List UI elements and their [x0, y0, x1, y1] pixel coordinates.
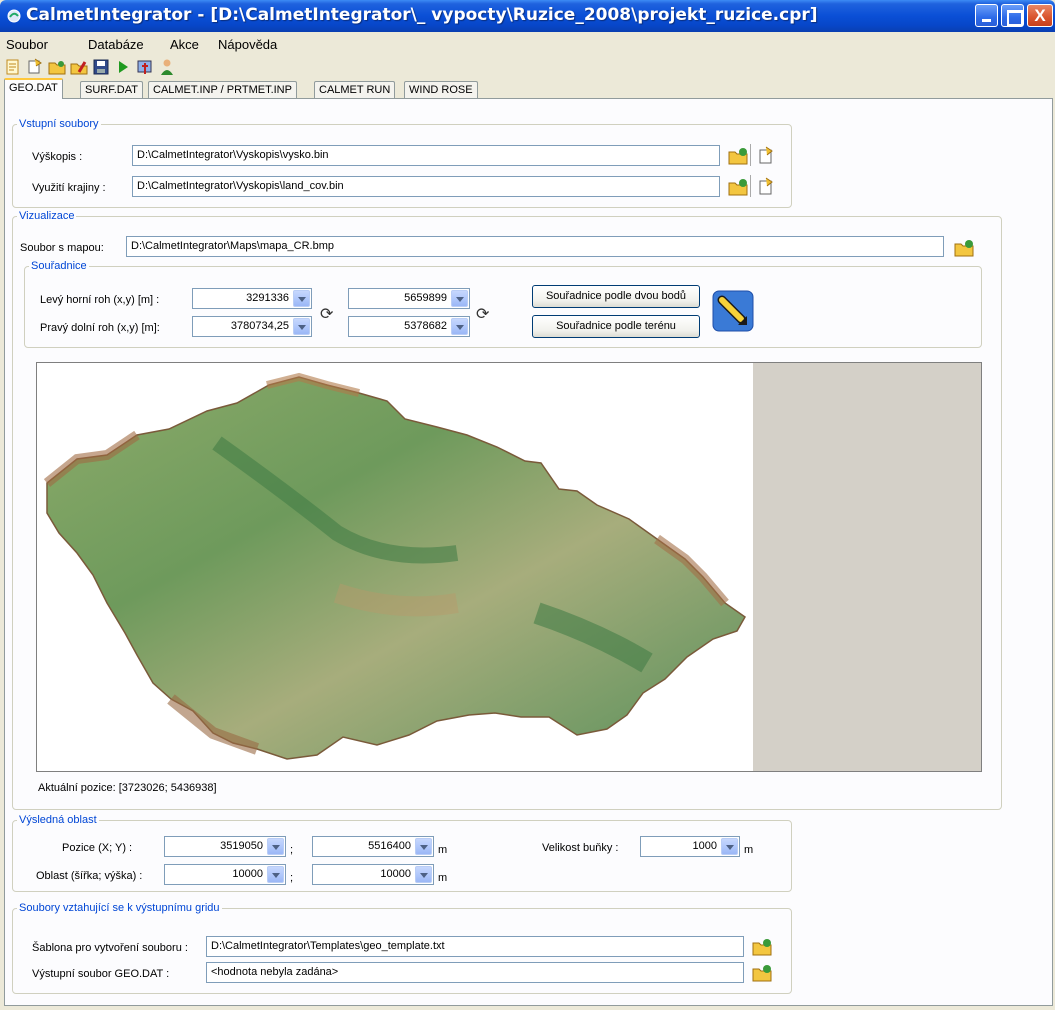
chevron-down-icon[interactable] [415, 838, 432, 855]
template-label: Šablona pro vytvoření souboru : [32, 942, 188, 954]
refresh-icon[interactable]: ⟳ [476, 304, 489, 324]
open-icon[interactable] [26, 58, 44, 76]
coords-by-terrain-button[interactable]: Souřadnice podle terénu [532, 315, 700, 338]
toolbar [4, 56, 244, 78]
tab-calmet-run[interactable]: CALMET RUN [314, 81, 396, 99]
browse-folder-icon[interactable] [752, 963, 772, 983]
coordinates-group: Souřadnice [24, 260, 982, 348]
map-image [37, 363, 753, 771]
unit-label: m [438, 872, 448, 884]
width-combo[interactable]: 10000 [164, 864, 286, 885]
landuse-label: Využití krajiny : [32, 182, 106, 194]
separator: ; [290, 872, 294, 884]
chevron-down-icon[interactable] [293, 290, 310, 307]
tab-geo-dat[interactable]: GEO.DAT [4, 78, 63, 99]
chevron-down-icon[interactable] [267, 866, 284, 883]
cell-size-combo[interactable]: 1000 [640, 836, 740, 857]
elevation-label: Výškopis : [32, 151, 83, 163]
chevron-down-icon[interactable] [721, 838, 738, 855]
bottom-right-label: Pravý dolní roh (x,y) [m]: [40, 322, 160, 334]
map-file-field[interactable]: D:\CalmetIntegrator\Maps\mapa_CR.bmp [126, 236, 944, 257]
user-icon[interactable] [158, 58, 176, 76]
window-title: CalmetIntegrator - [D:\CalmetIntegrator\… [26, 5, 818, 25]
current-position: Aktuální pozice: [3723026; 5436938] [38, 782, 217, 794]
top-left-x-combo[interactable]: 3291336 [192, 288, 312, 309]
menu-databaze[interactable]: Databáze [88, 37, 144, 52]
browse-folder-icon[interactable] [954, 238, 974, 258]
menu-akce[interactable]: Akce [170, 37, 199, 52]
chevron-down-icon[interactable] [415, 866, 432, 883]
separator: ; [290, 844, 294, 856]
new-icon[interactable] [4, 58, 22, 76]
export-icon[interactable] [136, 58, 154, 76]
save-icon[interactable] [92, 58, 110, 76]
menu-bar: Soubor Databáze Akce Nápověda [0, 34, 1055, 54]
open-folder-icon[interactable] [48, 58, 66, 76]
browse-folder-icon[interactable] [728, 177, 748, 197]
input-files-legend: Vstupní soubory [19, 118, 99, 130]
result-area-legend: Výsledná oblast [19, 814, 97, 826]
chevron-down-icon[interactable] [267, 838, 284, 855]
visualization-legend: Vizualizace [19, 210, 75, 222]
top-left-y-combo[interactable]: 5659899 [348, 288, 470, 309]
close-button[interactable]: X [1027, 4, 1053, 27]
area-label: Oblast (šířka; výška) : [36, 870, 143, 882]
position-y-combo[interactable]: 5516400 [312, 836, 434, 857]
title-bar[interactable]: CalmetIntegrator - [D:\CalmetIntegrator\… [0, 0, 1055, 32]
position-label: Pozice (X; Y) : [62, 842, 133, 854]
output-files-legend: Soubory vztahující se k výstupnímu gridu [19, 902, 220, 914]
chevron-down-icon[interactable] [451, 318, 468, 335]
map-viewport[interactable] [36, 362, 982, 772]
run-icon[interactable] [114, 58, 132, 76]
refresh-icon[interactable]: ⟳ [320, 304, 333, 324]
tab-wind-rose[interactable]: WIND ROSE [404, 81, 478, 99]
height-combo[interactable]: 10000 [312, 864, 434, 885]
browse-folder-icon[interactable] [728, 146, 748, 166]
pencil-tool-icon[interactable] [712, 290, 754, 332]
bottom-right-x-combo[interactable]: 3780734,25 [192, 316, 312, 337]
tab-calmet-inp[interactable]: CALMET.INP / PRTMET.INP [148, 81, 297, 99]
open-file-icon[interactable] [756, 146, 776, 166]
map-file-label: Soubor s mapou: [20, 242, 104, 254]
cell-size-label: Velikost buňky : [542, 842, 619, 854]
minimize-button[interactable] [975, 4, 998, 27]
maximize-button[interactable] [1001, 4, 1024, 27]
chevron-down-icon[interactable] [451, 290, 468, 307]
czech-relief-map [43, 372, 746, 760]
menu-napoveda[interactable]: Nápověda [218, 37, 277, 52]
position-x-combo[interactable]: 3519050 [164, 836, 286, 857]
toolbar-separator [750, 144, 751, 166]
bottom-right-y-combo[interactable]: 5378682 [348, 316, 470, 337]
toolbar-separator [750, 175, 751, 197]
close-icon: X [1034, 6, 1046, 25]
app-icon [7, 9, 21, 23]
coordinates-legend: Souřadnice [31, 260, 87, 272]
browse-folder-icon[interactable] [752, 937, 772, 957]
elevation-field[interactable]: D:\CalmetIntegrator\Vyskopis\vysko.bin [132, 145, 720, 166]
unit-label: m [438, 844, 448, 856]
chevron-down-icon[interactable] [293, 318, 310, 335]
output-file-field[interactable]: <hodnota nebyla zadána> [206, 962, 744, 983]
tab-surf-dat[interactable]: SURF.DAT [80, 81, 143, 99]
template-field[interactable]: D:\CalmetIntegrator\Templates\geo_templa… [206, 936, 744, 957]
landuse-field[interactable]: D:\CalmetIntegrator\Vyskopis\land_cov.bi… [132, 176, 720, 197]
menu-soubor[interactable]: Soubor [6, 37, 48, 52]
output-file-label: Výstupní soubor GEO.DAT : [32, 968, 170, 980]
edit-icon[interactable] [70, 58, 88, 76]
unit-label: m [744, 844, 754, 856]
coords-by-two-points-button[interactable]: Souřadnice podle dvou bodů [532, 285, 700, 308]
open-file-icon[interactable] [756, 177, 776, 197]
top-left-label: Levý horní roh (x,y) [m] : [40, 294, 160, 306]
